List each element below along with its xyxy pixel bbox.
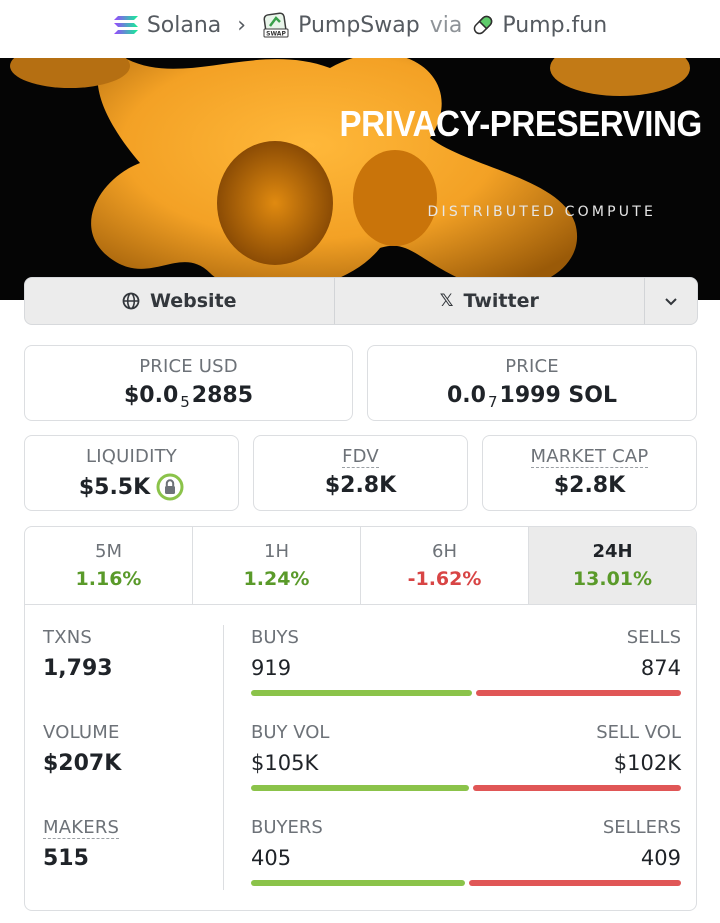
tab-24h-change: 13.01% <box>572 568 653 590</box>
volume-stat: VOLUME $207K <box>43 722 223 817</box>
tab-24h[interactable]: 24H 13.01% <box>529 527 696 604</box>
makers-value: 515 <box>43 846 89 871</box>
social-links-bar: Website 𝕏 Twitter <box>24 277 698 325</box>
volume-value: $207K <box>43 751 122 776</box>
price-usd-label: PRICE USD <box>139 356 238 377</box>
breadcrumb-via: via <box>429 12 463 38</box>
buyers-ratio-bar <box>251 880 681 886</box>
price-sol-label: PRICE <box>505 356 559 377</box>
sellers-bar <box>469 880 681 886</box>
buyers-value: 405 <box>251 846 292 870</box>
breadcrumb-dex[interactable]: SWAP PumpSwap <box>262 12 420 38</box>
sells-bar <box>475 690 681 696</box>
buys-value: 919 <box>251 656 292 680</box>
timeframe-tabs: 5M 1.16% 1H 1.24% 6H -1.62% 24H 13.01% <box>25 527 696 605</box>
website-button[interactable]: Website <box>25 278 335 324</box>
liquidity-value-row: $5.5K <box>25 473 238 501</box>
price-sol-prefix: 0.0 <box>447 383 486 408</box>
sell-vol-value: $102K <box>613 751 681 775</box>
tab-6h-label: 6H <box>432 541 457 562</box>
price-usd-zero-count: 5 <box>180 392 190 411</box>
tab-1h[interactable]: 1H 1.24% <box>193 527 361 604</box>
svg-text:SWAP: SWAP <box>266 31 286 38</box>
buy-vol-label: BUY VOL <box>251 722 330 743</box>
tab-24h-label: 24H <box>592 541 633 562</box>
tab-5m-change: 1.16% <box>75 568 142 590</box>
volume-ratio-bar <box>251 785 681 791</box>
buyers-sellers-stat: BUYERS SELLERS 405 409 <box>251 817 681 910</box>
price-sol-card: PRICE 0.0 7 1999 SOL <box>367 345 697 421</box>
buys-sells-ratio-bar <box>251 690 681 696</box>
tab-6h-change: -1.62% <box>407 568 482 590</box>
buys-sells-stat: BUYS SELLS 919 874 <box>251 627 681 722</box>
fdv-label[interactable]: FDV <box>342 446 379 468</box>
buys-label: BUYS <box>251 627 299 648</box>
price-usd-value: $0.0 5 2885 <box>25 383 352 411</box>
banner-blob-art <box>10 58 690 292</box>
volume-label: VOLUME <box>43 722 120 743</box>
breadcrumb-separator: › <box>237 12 247 38</box>
fdv-card: FDV $2.8K <box>253 435 468 511</box>
twitter-button[interactable]: 𝕏 Twitter <box>335 278 646 324</box>
pumpswap-icon: SWAP <box>262 12 290 38</box>
txns-stat: TXNS 1,793 <box>43 627 223 722</box>
buys-bar <box>251 690 472 696</box>
buyers-label: BUYERS <box>251 817 323 838</box>
buyers-bar <box>251 880 466 886</box>
breadcrumb-dex-label: PumpSwap <box>298 12 420 38</box>
pill-icon <box>472 14 494 36</box>
x-icon: 𝕏 <box>439 291 454 311</box>
market-cap-label[interactable]: MARKET CAP <box>530 446 649 468</box>
totals-column: TXNS 1,793 VOLUME $207K MAKERS 515 <box>43 627 223 910</box>
fdv-value: $2.8K <box>324 473 397 498</box>
txns-label: TXNS <box>43 627 93 648</box>
price-usd-digits: 2885 <box>191 383 254 408</box>
liquidity-value: $5.5K <box>78 474 151 500</box>
txns-value: 1,793 <box>43 656 113 681</box>
market-cap-value: $2.8K <box>553 473 626 498</box>
price-sol-zero-count: 7 <box>487 392 498 411</box>
lock-icon[interactable] <box>156 473 184 501</box>
tab-6h[interactable]: 6H -1.62% <box>361 527 529 604</box>
liquidity-label: LIQUIDITY <box>86 446 177 467</box>
sell-vol-bar <box>473 785 681 791</box>
sells-value: 874 <box>640 656 681 680</box>
sellers-label: SELLERS <box>602 817 681 838</box>
globe-icon <box>122 292 140 310</box>
breadcrumb: Solana › SWAP PumpSwap via Pump.fun <box>0 0 720 50</box>
breadcrumb-chain[interactable]: Solana <box>113 13 221 38</box>
price-sol-digits: 1999 SOL <box>499 383 617 408</box>
breadcrumb-chain-label: Solana <box>146 12 222 38</box>
chevron-down-icon <box>664 297 678 306</box>
breadcrumb-source-label: Pump.fun <box>502 12 608 38</box>
tab-1h-label: 1H <box>264 541 289 562</box>
trading-stats-panel: 5M 1.16% 1H 1.24% 6H -1.62% 24H 13.01% T… <box>24 526 697 911</box>
sells-label: SELLS <box>626 627 681 648</box>
tab-5m-label: 5M <box>95 541 122 562</box>
makers-stat: MAKERS 515 <box>43 817 223 910</box>
buy-sell-column: BUYS SELLS 919 874 BUY VOL SELL VOL $105… <box>251 627 681 910</box>
buy-vol-value: $105K <box>251 751 319 775</box>
banner-subtitle: DISTRIBUTED COMPUTE <box>427 204 656 220</box>
tab-1h-change: 1.24% <box>243 568 310 590</box>
liquidity-card: LIQUIDITY $5.5K <box>24 435 239 511</box>
token-banner: PRIVACY-PRESERVING DISTRIBUTED COMPUTE <box>0 58 720 300</box>
sellers-value: 409 <box>640 846 681 870</box>
market-cap-card: MARKET CAP $2.8K <box>482 435 697 511</box>
price-sol-value: 0.0 7 1999 SOL <box>368 383 696 411</box>
more-links-button[interactable] <box>645 278 697 324</box>
sell-vol-label: SELL VOL <box>596 722 681 743</box>
makers-label[interactable]: MAKERS <box>43 817 120 839</box>
solana-icon <box>113 15 139 35</box>
price-usd-card: PRICE USD $0.0 5 2885 <box>24 345 353 421</box>
banner-title: PRIVACY-PRESERVING <box>339 103 703 144</box>
price-usd-prefix: $0.0 <box>123 383 179 408</box>
buy-sell-volume-stat: BUY VOL SELL VOL $105K $102K <box>251 722 681 817</box>
twitter-label: Twitter <box>463 290 539 312</box>
buy-vol-bar <box>251 785 469 791</box>
tab-5m[interactable]: 5M 1.16% <box>25 527 193 604</box>
breadcrumb-source[interactable]: Pump.fun <box>472 13 607 38</box>
stats-divider <box>223 625 224 890</box>
website-label: Website <box>149 290 237 312</box>
